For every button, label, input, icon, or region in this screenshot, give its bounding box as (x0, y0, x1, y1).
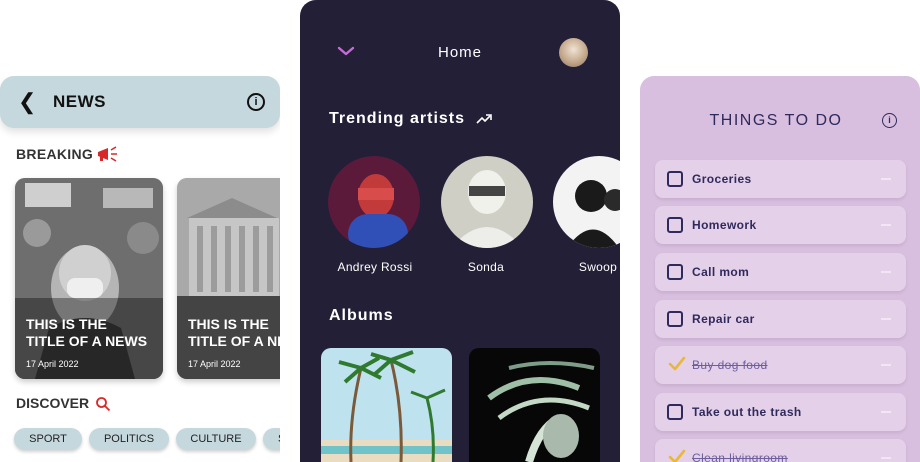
artist-name: Sonda (467, 260, 505, 274)
todo-item-label: Buy dog food (692, 358, 768, 372)
album-art (469, 348, 600, 462)
checkbox[interactable] (667, 171, 683, 187)
remove-item-icon[interactable] (881, 411, 891, 413)
news-card-date: 17 April 2022 (188, 359, 241, 369)
trending-up-icon (476, 114, 492, 124)
avatar[interactable] (559, 38, 588, 67)
todo-item-label: Clean livingroom (692, 451, 788, 462)
artist-photo (328, 156, 420, 248)
artist-avatar-andrey-rossi[interactable] (328, 156, 420, 248)
search-icon[interactable] (95, 396, 111, 412)
checkmark-icon[interactable] (668, 356, 686, 372)
news-card-title: THIS IS THE TITLE OF A NEWS (188, 316, 280, 350)
todo-item[interactable]: Clean livingroom (655, 439, 906, 462)
remove-item-icon[interactable] (881, 364, 891, 366)
news-page-title: NEWS (53, 92, 106, 111)
todo-app-panel: THINGS TO DO i Groceries Homework Call m… (640, 76, 920, 462)
showcase-screen: ❮ NEWS i BREAKING THIS IS THE TITLE OF A… (0, 0, 920, 462)
todo-item-label: Groceries (692, 172, 752, 186)
todo-item-label: Take out the trash (692, 405, 802, 419)
todo-item[interactable]: Repair car (655, 300, 906, 338)
album-cover[interactable] (469, 348, 600, 462)
artist-name: Swoop (578, 260, 618, 274)
todo-page-title: THINGS TO DO (709, 112, 843, 129)
artist-avatar-swoop[interactable] (553, 156, 620, 248)
artist-name: Andrey Rossi (337, 260, 413, 274)
news-card[interactable]: THIS IS THE TITLE OF A NEWS 17 April 202… (177, 178, 280, 379)
remove-item-icon[interactable] (881, 457, 891, 459)
trending-heading: Trending artists (329, 110, 466, 127)
news-card-title-line: TITLE OF A NEWS (26, 333, 148, 349)
artist-photo (553, 156, 620, 248)
todo-item[interactable]: Call mom (655, 253, 906, 291)
news-card-date: 17 April 2022 (26, 359, 79, 369)
news-card-title-line: THIS IS THE (26, 316, 107, 332)
remove-item-icon[interactable] (881, 271, 891, 273)
info-icon[interactable]: i (247, 93, 265, 111)
chip-sport[interactable]: SPORT (14, 428, 82, 450)
todo-item-label: Repair car (692, 312, 755, 326)
chip-politics[interactable]: POLITICS (89, 428, 169, 450)
remove-item-icon[interactable] (881, 318, 891, 320)
checkbox[interactable] (667, 404, 683, 420)
breaking-heading: BREAKING (16, 146, 94, 162)
info-icon[interactable]: i (882, 113, 897, 128)
megaphone-icon (98, 146, 117, 162)
news-app-panel: ❮ NEWS i BREAKING THIS IS THE TITLE OF A… (0, 76, 280, 462)
todo-item[interactable]: Homework (655, 206, 906, 244)
todo-item[interactable]: Groceries (655, 160, 906, 198)
artist-avatar-sonda[interactable] (441, 156, 533, 248)
chip-culture[interactable]: CULTURE (176, 428, 256, 450)
album-cover[interactable] (321, 348, 452, 462)
remove-item-icon[interactable] (881, 224, 891, 226)
back-arrow-icon[interactable]: ❮ (18, 90, 38, 114)
news-header: ❮ NEWS i (0, 76, 280, 128)
news-card-title-line: THIS IS THE (188, 316, 269, 332)
checkmark-icon[interactable] (668, 449, 686, 462)
news-card-title: THIS IS THE TITLE OF A NEWS (26, 316, 163, 350)
todo-item[interactable]: Take out the trash (655, 393, 906, 431)
albums-heading: Albums (329, 307, 394, 324)
album-art (321, 348, 452, 462)
checkbox[interactable] (667, 264, 683, 280)
chip-more[interactable]: S (263, 428, 280, 450)
news-card[interactable]: THIS IS THE TITLE OF A NEWS 17 April 202… (15, 178, 163, 379)
checkbox[interactable] (667, 311, 683, 327)
remove-item-icon[interactable] (881, 178, 891, 180)
news-card-title-line: TITLE OF A NEWS (188, 333, 280, 349)
todo-item-label: Call mom (692, 265, 750, 279)
discover-heading: DISCOVER (16, 395, 90, 411)
music-app-panel: Home Trending artists Andrey Rossi Sonda… (300, 0, 620, 462)
todo-item-label: Homework (692, 218, 757, 232)
checkbox[interactable] (667, 217, 683, 233)
artist-photo (441, 156, 533, 248)
todo-item[interactable]: Buy dog food (655, 346, 906, 384)
